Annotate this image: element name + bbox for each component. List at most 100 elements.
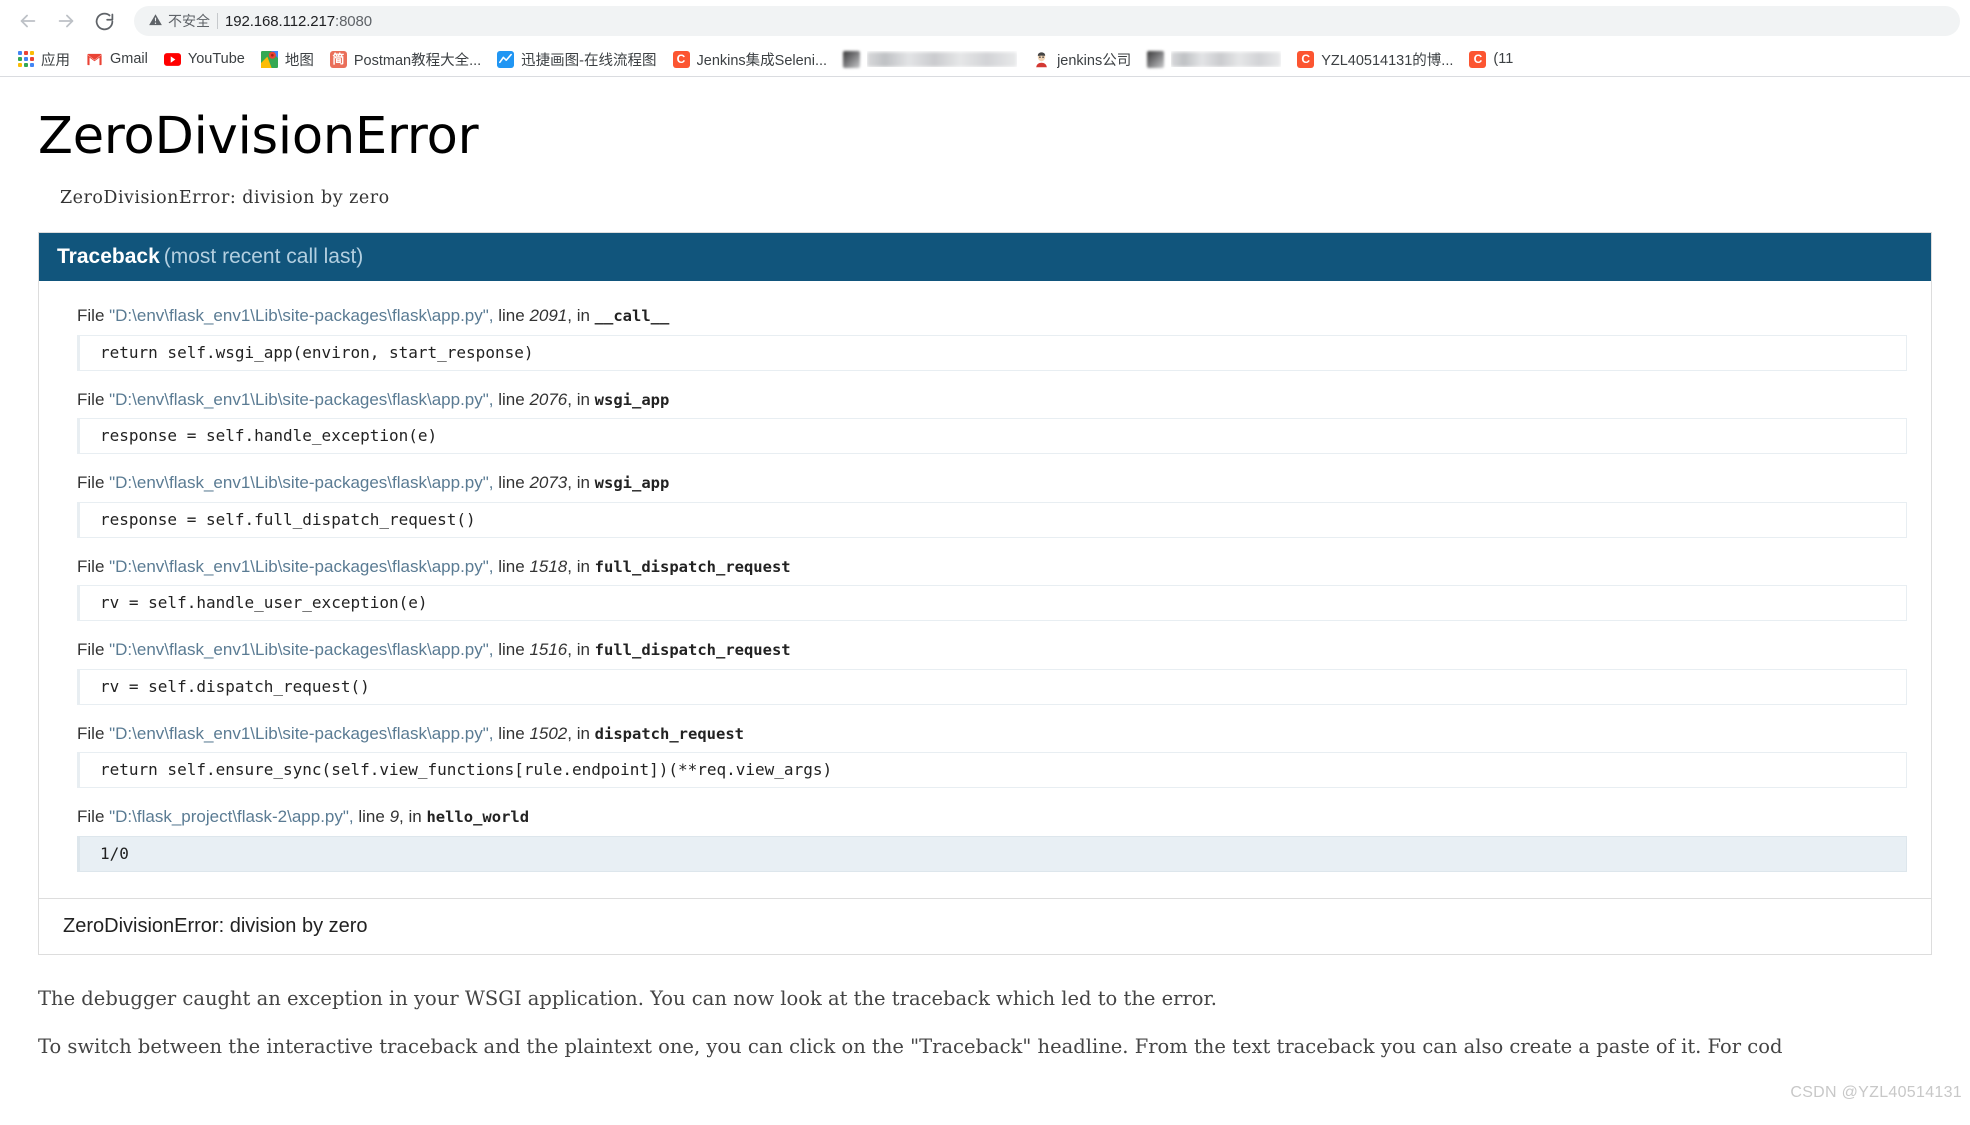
frame-in-keyword: , in <box>567 640 594 659</box>
bookmark-label: 地图 <box>285 49 314 70</box>
traceback-frame[interactable]: File "D:\env\flask_env1\Lib\site-package… <box>63 387 1907 455</box>
bookmark-label: 应用 <box>41 49 70 70</box>
frame-file-keyword: File <box>77 390 109 409</box>
bookmark-label: Postman教程大全... <box>354 49 481 70</box>
csdn-icon: C <box>1469 51 1486 68</box>
traceback-header[interactable]: Traceback(most recent call last) <box>39 233 1931 281</box>
frame-function-name: hello_world <box>426 808 529 826</box>
bookmark-item[interactable]: jenkins公司 <box>1025 45 1139 74</box>
bookmark-label: (11 <box>1493 51 1513 67</box>
bookmark-label: jenkins公司 <box>1057 49 1131 70</box>
frame-header[interactable]: File "D:\env\flask_env1\Lib\site-package… <box>63 554 1907 580</box>
explanation-text: The debugger caught an exception in your… <box>38 985 1932 1062</box>
back-button[interactable] <box>10 3 46 39</box>
browser-toolbar: 不安全 192.168.112.217:8080 <box>0 0 1970 42</box>
frame-header[interactable]: File "D:\flask_project\flask-2\app.py", … <box>63 804 1907 830</box>
frame-function-name: full_dispatch_request <box>595 641 791 659</box>
frame-line-keyword: line <box>494 724 530 743</box>
traceback-frame[interactable]: File "D:\env\flask_env1\Lib\site-package… <box>63 554 1907 622</box>
traceback-frame[interactable]: File "D:\env\flask_env1\Lib\site-package… <box>63 721 1907 789</box>
traceback-frame[interactable]: File "D:\flask_project\flask-2\app.py", … <box>63 804 1907 872</box>
frame-in-keyword: , in <box>567 724 594 743</box>
security-status[interactable]: 不安全 <box>148 11 210 31</box>
jianshu-icon: 简 <box>330 51 347 68</box>
bookmark-item[interactable]: CJenkins集成Seleni... <box>665 45 836 74</box>
frame-file-keyword: File <box>77 724 109 743</box>
frame-source-line: rv = self.dispatch_request() <box>77 669 1907 705</box>
frame-header[interactable]: File "D:\env\flask_env1\Lib\site-package… <box>63 637 1907 663</box>
frame-filename: "D:\env\flask_env1\Lib\site-packages\fla… <box>109 640 493 659</box>
frame-source-line: response = self.handle_exception(e) <box>77 418 1907 454</box>
frame-file-keyword: File <box>77 473 109 492</box>
traceback-frame[interactable]: File "D:\env\flask_env1\Lib\site-package… <box>63 470 1907 538</box>
frame-in-keyword: , in <box>567 557 594 576</box>
frame-header[interactable]: File "D:\env\flask_env1\Lib\site-package… <box>63 387 1907 413</box>
security-label: 不安全 <box>168 11 210 31</box>
frame-in-keyword: , in <box>567 473 594 492</box>
bookmark-item[interactable]: C (11 <box>1461 47 1521 72</box>
traceback-panel: Traceback(most recent call last) File "D… <box>38 232 1932 955</box>
bookmark-label: Jenkins集成Seleni... <box>697 49 828 70</box>
traceback-frame[interactable]: File "D:\env\flask_env1\Lib\site-package… <box>63 637 1907 705</box>
bookmark-item[interactable] <box>1139 47 1289 72</box>
address-bar[interactable]: 不安全 192.168.112.217:8080 <box>134 6 1960 36</box>
frame-in-keyword: , in <box>567 306 594 325</box>
bookmark-item[interactable]: 迅捷画图-在线流程图 <box>489 45 664 74</box>
frame-file-keyword: File <box>77 306 109 325</box>
blurred-bookmark-label <box>1171 52 1281 67</box>
frame-header[interactable]: File "D:\env\flask_env1\Lib\site-package… <box>63 303 1907 329</box>
arrow-left-icon <box>17 10 39 32</box>
frame-line-keyword: line <box>494 473 530 492</box>
traceback-header-subtitle: (most recent call last) <box>164 245 364 268</box>
youtube-icon <box>164 51 181 68</box>
frame-source-line: return self.wsgi_app(environ, start_resp… <box>77 335 1907 371</box>
bookmark-item[interactable]: 地图 <box>253 45 322 74</box>
forward-button[interactable] <box>48 3 84 39</box>
explanation-paragraph: To switch between the interactive traceb… <box>38 1033 1932 1061</box>
frame-function-name: full_dispatch_request <box>595 558 791 576</box>
bookmark-label: YouTube <box>188 51 245 67</box>
bookmark-item[interactable]: Gmail <box>78 47 156 72</box>
bookmark-item[interactable]: 应用 <box>10 45 78 74</box>
frame-line-keyword: line <box>494 557 530 576</box>
bookmark-item[interactable]: 简 Postman教程大全... <box>322 45 489 74</box>
frame-filename: "D:\env\flask_env1\Lib\site-packages\fla… <box>109 557 493 576</box>
frame-line-number: 9 <box>390 807 399 826</box>
frame-function-name: wsgi_app <box>595 391 670 409</box>
browser-chrome: 不安全 192.168.112.217:8080 应用 Gmail YouTube 地… <box>0 0 1970 77</box>
frame-in-keyword: , in <box>399 807 426 826</box>
frame-file-keyword: File <box>77 807 109 826</box>
frame-line-keyword: line <box>354 807 390 826</box>
bookmark-label: YZL40514131的博... <box>1321 49 1453 70</box>
bookmarks-bar: 应用 Gmail YouTube 地图简 Postman教程大全... 迅捷画图-在线流程… <box>0 42 1970 76</box>
traceback-header-title: Traceback <box>57 245 160 268</box>
csdn-watermark: CSDN @YZL40514131 <box>1790 1084 1962 1102</box>
google-maps-icon <box>261 51 278 68</box>
frame-line-number: 1502 <box>529 724 567 743</box>
bookmark-item[interactable] <box>835 47 1025 72</box>
frame-line-keyword: line <box>494 306 530 325</box>
blurred-bookmark-icon <box>843 51 860 68</box>
frame-source-line: rv = self.handle_user_exception(e) <box>77 585 1907 621</box>
apps-grid-icon <box>18 51 34 67</box>
werkzeug-debugger-page: ZeroDivisionError ZeroDivisionError: div… <box>0 77 1970 1124</box>
bookmark-item[interactable]: C YZL40514131的博... <box>1289 45 1461 74</box>
bookmark-label: 迅捷画图-在线流程图 <box>521 49 656 70</box>
frame-header[interactable]: File "D:\env\flask_env1\Lib\site-package… <box>63 470 1907 496</box>
frame-in-keyword: , in <box>567 390 594 409</box>
bookmark-item[interactable]: YouTube <box>156 47 253 72</box>
error-subtitle: ZeroDivisionError: division by zero <box>60 188 1932 208</box>
csdn-icon: C <box>1297 51 1314 68</box>
frame-source-line: response = self.full_dispatch_request() <box>77 502 1907 538</box>
gmail-icon <box>86 51 103 68</box>
frame-source-line: return self.ensure_sync(self.view_functi… <box>77 752 1907 788</box>
reload-button[interactable] <box>86 3 122 39</box>
omnibox-divider <box>217 13 218 29</box>
frame-file-keyword: File <box>77 557 109 576</box>
frame-file-keyword: File <box>77 640 109 659</box>
url-text[interactable]: 192.168.112.217:8080 <box>225 13 372 30</box>
warning-triangle-icon <box>148 12 163 30</box>
traceback-frame[interactable]: File "D:\env\flask_env1\Lib\site-package… <box>63 303 1907 371</box>
bookmark-label <box>1171 51 1281 67</box>
frame-header[interactable]: File "D:\env\flask_env1\Lib\site-package… <box>63 721 1907 747</box>
